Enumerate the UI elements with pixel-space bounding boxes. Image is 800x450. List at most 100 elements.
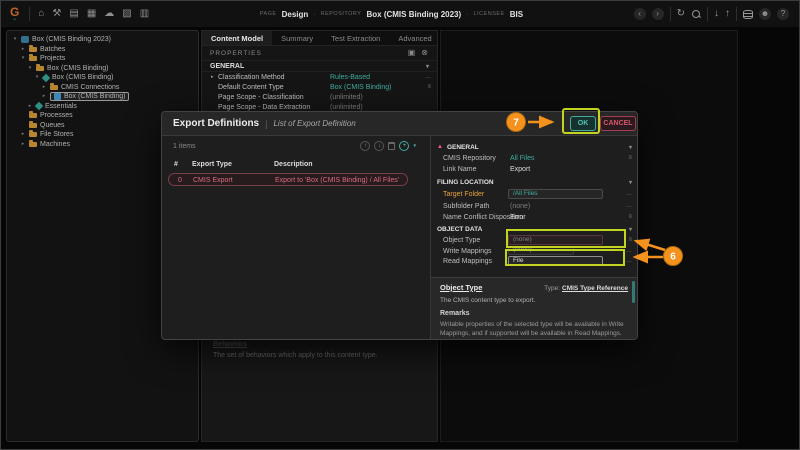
- upload-icon[interactable]: ↑: [725, 9, 730, 19]
- batches-icon[interactable]: ▤: [69, 9, 78, 19]
- close-icon[interactable]: ⊗: [421, 49, 429, 57]
- chevron-down-icon[interactable]: ▾: [27, 66, 33, 71]
- design-tools-icon[interactable]: ⚒: [52, 9, 61, 19]
- menu-button[interactable]: ≡: [628, 155, 632, 161]
- prop-row-classification-method: ▸ Classification Method Rules-Based …: [202, 72, 437, 82]
- cancel-button[interactable]: CANCEL: [600, 116, 636, 131]
- database-icon[interactable]: [743, 10, 753, 19]
- prop-value[interactable]: (unlimited): [330, 104, 363, 111]
- prop-value[interactable]: (none): [510, 203, 530, 210]
- ellipsis-button[interactable]: …: [626, 248, 632, 254]
- chevron-right-icon[interactable]: ▸: [27, 104, 33, 109]
- prop-value[interactable]: Box (CMIS Binding): [330, 84, 391, 91]
- cloud-icon[interactable]: ☁: [104, 9, 114, 19]
- section-general[interactable]: GENERAL ▾: [202, 60, 437, 72]
- chevron-down-icon[interactable]: ▾: [426, 63, 429, 70]
- toolbar-divider: [736, 7, 737, 21]
- chevron-right-icon[interactable]: ▸: [41, 85, 47, 90]
- prop-value[interactable]: (unlimited): [330, 94, 363, 101]
- help-type-link[interactable]: CMIS Type Reference: [562, 285, 628, 292]
- tab-content-model[interactable]: Content Model: [202, 31, 272, 45]
- ellipsis-button[interactable]: …: [626, 203, 632, 209]
- col-number: #: [174, 161, 178, 168]
- folder-icon: [36, 66, 44, 71]
- chevron-right-icon[interactable]: ▸: [20, 132, 26, 137]
- object-type-input[interactable]: (none): [508, 235, 603, 245]
- read-mappings-input[interactable]: File: [508, 256, 603, 266]
- prop-value[interactable]: Error: [510, 214, 526, 221]
- tab-advanced[interactable]: Advanced: [389, 31, 440, 45]
- tab-summary[interactable]: Summary: [272, 31, 322, 45]
- menu-button[interactable]: ≡: [628, 214, 632, 220]
- tree-item-cmis-connections[interactable]: ▸ CMIS Connections: [7, 83, 198, 93]
- download-icon[interactable]: ↓: [714, 9, 719, 19]
- tab-test-extraction[interactable]: Test Extraction: [322, 31, 389, 45]
- tree-item-root[interactable]: ▾ Box (CMIS Binding 2023): [7, 35, 198, 45]
- selected-node-highlight: Box (CMIS Binding): [50, 92, 129, 101]
- section-general[interactable]: ▲ GENERAL ▾: [437, 142, 632, 152]
- nav-back-icon[interactable]: ‹: [634, 8, 646, 20]
- save-icon[interactable]: ▣: [408, 49, 417, 57]
- write-mappings-input[interactable]: (none): [508, 246, 574, 255]
- delete-icon[interactable]: [388, 142, 395, 150]
- tree-item-box-project[interactable]: ▾ Box (CMIS Binding): [7, 73, 198, 83]
- table-row[interactable]: 0 CMIS Export Export to 'Box (CMIS Bindi…: [168, 173, 408, 186]
- tree-item-box-folder[interactable]: ▾ Box (CMIS Binding): [7, 64, 198, 74]
- chevron-down-icon[interactable]: ▾: [629, 226, 632, 233]
- menu-button[interactable]: ≡: [427, 84, 431, 90]
- folder-icon: [50, 85, 58, 90]
- menu-button[interactable]: ≡: [628, 237, 632, 243]
- col-export-type: Export Type: [192, 161, 232, 168]
- licensee-value[interactable]: BIS: [510, 10, 523, 19]
- user-icon[interactable]: ☻: [759, 8, 771, 20]
- chevron-right-icon[interactable]: ▸: [20, 47, 26, 52]
- help-property-name: Object Type: [440, 283, 482, 292]
- chevron-down-icon[interactable]: ▾: [34, 75, 40, 80]
- help-icon[interactable]: ?: [777, 8, 789, 20]
- chevron-down-icon[interactable]: ▾: [20, 56, 26, 61]
- scrollbar-thumb[interactable]: [632, 281, 635, 303]
- properties-title: PROPERTIES: [210, 50, 262, 57]
- home-icon[interactable]: ⌂: [38, 9, 44, 19]
- tasks-icon[interactable]: ▦: [87, 9, 96, 19]
- ellipsis-button[interactable]: …: [626, 191, 632, 197]
- help-description: The CMIS content type to export.: [440, 297, 628, 304]
- chevron-right-icon[interactable]: ▸: [211, 74, 218, 80]
- tree-item-projects[interactable]: ▾ Projects: [7, 54, 198, 64]
- tree-item-batches[interactable]: ▸ Batches: [7, 45, 198, 55]
- help-remarks-text: Writable properties of the selected type…: [440, 320, 628, 339]
- refresh-icon[interactable]: ↻: [677, 9, 685, 19]
- add-dropdown-caret-icon[interactable]: ▾: [413, 143, 416, 149]
- repository-value[interactable]: Box (CMIS Binding 2023): [366, 10, 461, 19]
- chevron-down-icon[interactable]: ▾: [12, 37, 18, 42]
- jobs-icon[interactable]: ▨: [122, 9, 131, 19]
- move-up-icon[interactable]: ↑: [360, 141, 370, 151]
- chevron-right-icon[interactable]: ▸: [20, 142, 26, 147]
- ellipsis-button[interactable]: …: [425, 74, 431, 80]
- move-down-icon[interactable]: ↓: [374, 141, 384, 151]
- stats-icon[interactable]: ▥: [140, 9, 149, 19]
- section-object-data[interactable]: OBJECT DATA ▾: [437, 224, 632, 234]
- page-label: PAGE: [260, 11, 277, 17]
- chevron-right-icon[interactable]: ▸: [41, 94, 47, 99]
- page-value[interactable]: Design: [282, 10, 309, 19]
- licensee-label: LICENSEE: [474, 11, 505, 17]
- nav-forward-icon[interactable]: ›: [652, 8, 664, 20]
- ok-button[interactable]: OK: [570, 116, 596, 131]
- tree-item-box-content-model[interactable]: ▸ Box (CMIS Binding): [7, 92, 198, 102]
- app-logo[interactable]: G ⌄: [10, 6, 19, 22]
- prop-value[interactable]: Rules-Based: [330, 74, 370, 81]
- ellipsis-button[interactable]: …: [626, 258, 632, 264]
- help-remarks-header: Remarks: [440, 310, 628, 317]
- tree-item-essentials[interactable]: ▸ Essentials: [7, 102, 198, 112]
- section-filing-location[interactable]: FILING LOCATION ▾: [437, 177, 632, 187]
- target-folder-input[interactable]: /All Files: [508, 189, 603, 199]
- prop-value[interactable]: All Files: [510, 155, 535, 162]
- add-icon[interactable]: +: [399, 141, 409, 151]
- export-definition-list: 1 items ↑ ↓ + ▾ # Export Type Descriptio…: [162, 136, 430, 339]
- prop-row-default-content-type: Default Content Type Box (CMIS Binding) …: [202, 82, 437, 92]
- chevron-down-icon[interactable]: ▾: [629, 179, 632, 186]
- prop-value[interactable]: Export: [510, 166, 530, 173]
- chevron-down-icon[interactable]: ▾: [629, 144, 632, 151]
- search-icon[interactable]: [691, 9, 701, 19]
